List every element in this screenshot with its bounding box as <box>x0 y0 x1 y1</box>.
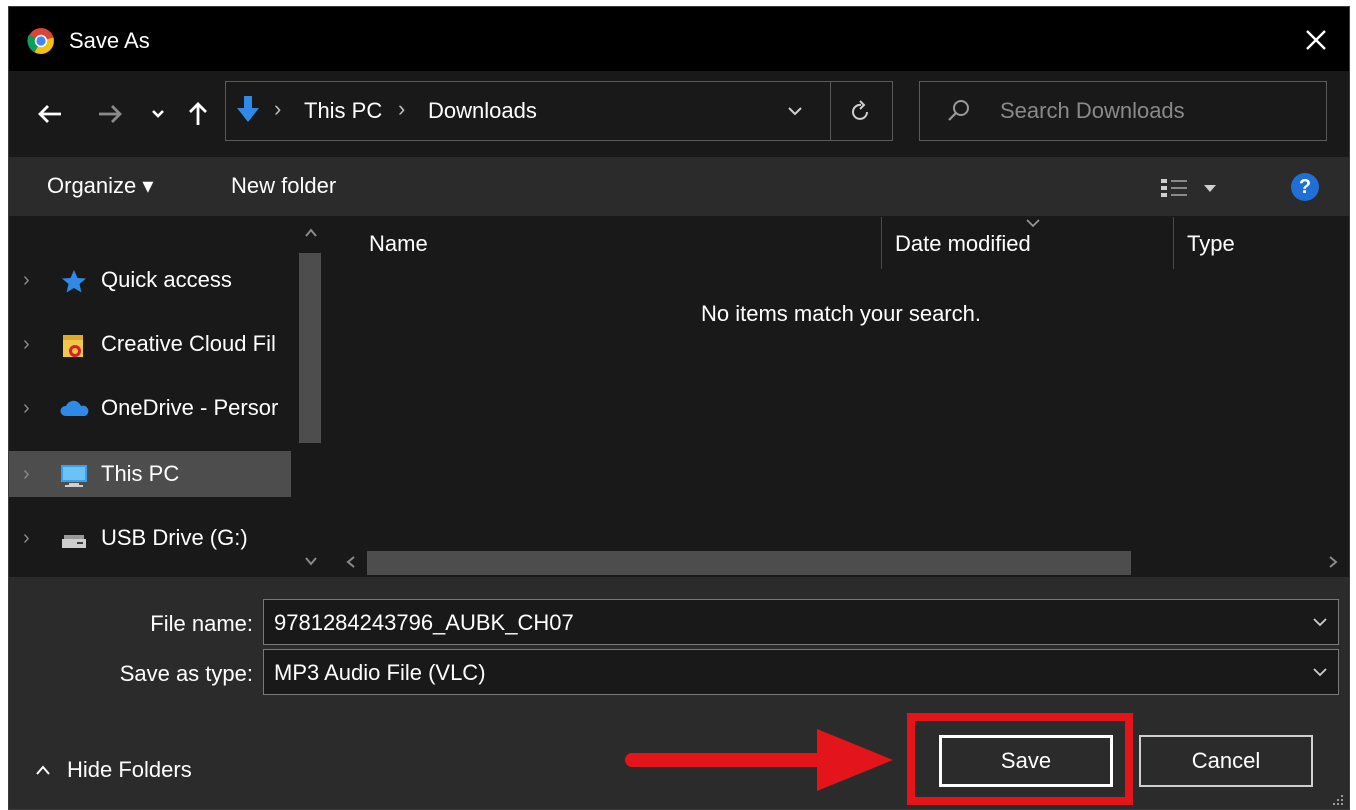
usb-drive-icon <box>62 535 86 548</box>
change-view-button[interactable] <box>1159 173 1233 203</box>
star-icon <box>62 270 86 293</box>
recent-locations-button[interactable] <box>141 97 175 131</box>
hide-folders-label: Hide Folders <box>67 757 192 782</box>
breadcrumb-separator: › <box>398 96 406 121</box>
file-list: Name Date modified Type No items match y… <box>331 217 1349 577</box>
expand-chevron-icon[interactable]: › <box>23 397 30 419</box>
scrollbar-thumb[interactable] <box>299 253 321 443</box>
sidebar-item-usb-drive[interactable]: › USB Drive (G:) <box>9 515 291 561</box>
breadcrumb-this-pc[interactable]: This PC <box>304 98 382 124</box>
column-divider[interactable] <box>1173 217 1174 269</box>
downloads-folder-icon <box>237 96 259 122</box>
chevron-down-icon[interactable] <box>1312 614 1328 630</box>
scroll-down-icon[interactable] <box>303 553 319 569</box>
scroll-up-icon[interactable] <box>303 225 319 241</box>
window-title: Save As <box>69 28 150 53</box>
refresh-icon <box>852 100 868 120</box>
expand-chevron-icon[interactable]: › <box>23 333 30 355</box>
save-as-type-label: Save as type: <box>119 661 253 686</box>
column-header-date-modified[interactable]: Date modified <box>895 231 1031 257</box>
column-header-name[interactable]: Name <box>369 231 428 257</box>
forward-arrow-icon <box>99 105 122 123</box>
save-as-type-value[interactable]: MP3 Audio File (VLC) <box>274 660 486 686</box>
expand-chevron-icon[interactable]: › <box>23 269 30 291</box>
back-arrow-icon <box>38 105 61 123</box>
column-divider[interactable] <box>881 217 882 269</box>
sidebar-item-onedrive[interactable]: › OneDrive - Persor <box>9 385 291 431</box>
address-dropdown-button[interactable] <box>780 96 810 126</box>
sidebar-item-this-pc[interactable]: › This PC <box>9 451 291 497</box>
chevron-down-icon <box>152 110 164 118</box>
computer-icon <box>61 465 87 487</box>
chevron-up-icon <box>36 765 50 775</box>
file-name-value[interactable]: 9781284243796_AUBK_CH07 <box>274 610 574 636</box>
navigation-bar: › This PC › Downloads <box>9 71 1349 157</box>
scroll-right-icon[interactable] <box>1325 554 1341 570</box>
column-header-type[interactable]: Type <box>1187 231 1235 257</box>
caret-down-icon <box>1204 185 1216 192</box>
command-toolbar: Organize ▾ New folder ? <box>9 157 1349 217</box>
sidebar-item-quick-access[interactable]: › Quick access <box>9 257 291 303</box>
sidebar-item-label: Creative Cloud Fil <box>101 331 276 356</box>
title-bar: Save As <box>9 7 1349 71</box>
search-box[interactable] <box>919 81 1327 141</box>
forward-button[interactable] <box>93 97 127 131</box>
navigation-pane: › Quick access › Creative Cloud Fil › On… <box>9 217 331 577</box>
back-button[interactable] <box>33 97 67 131</box>
organize-button[interactable]: Organize ▾ <box>47 171 153 201</box>
search-input[interactable] <box>1000 94 1310 128</box>
empty-list-message: No items match your search. <box>701 301 981 326</box>
sidebar-item-label: USB Drive (G:) <box>101 525 248 550</box>
help-button[interactable]: ? <box>1291 173 1319 201</box>
breadcrumb-separator: › <box>274 96 282 121</box>
onedrive-cloud-icon <box>60 400 89 416</box>
close-icon[interactable] <box>1301 25 1331 55</box>
chevron-down-icon[interactable] <box>1312 664 1328 680</box>
save-as-dialog: Save As › This PC › Downloads Search Dow… <box>8 6 1350 810</box>
scrollbar-thumb[interactable] <box>367 551 1131 575</box>
address-bar[interactable]: › This PC › Downloads <box>225 81 893 141</box>
expand-chevron-icon[interactable]: › <box>23 527 30 549</box>
address-divider <box>830 82 831 140</box>
scroll-left-icon[interactable] <box>343 554 359 570</box>
resize-grip-icon[interactable] <box>1329 793 1345 807</box>
hide-folders-button[interactable]: Hide Folders <box>35 755 192 785</box>
cancel-button[interactable]: Cancel <box>1139 735 1313 787</box>
sidebar-item-label: This PC <box>101 461 180 486</box>
up-arrow-icon <box>189 102 207 125</box>
horizontal-scrollbar[interactable] <box>331 547 1349 577</box>
save-as-type-select[interactable]: MP3 Audio File (VLC) <box>263 649 1339 695</box>
new-folder-button[interactable]: New folder <box>231 171 336 201</box>
chevron-down-icon <box>788 107 802 116</box>
creative-cloud-folder-icon <box>63 335 83 357</box>
navigation-scrollbar[interactable] <box>291 217 331 577</box>
file-name-field[interactable]: 9781284243796_AUBK_CH07 <box>263 599 1339 645</box>
save-button[interactable]: Save <box>938 734 1114 788</box>
search-icon <box>948 100 969 121</box>
details-view-icon <box>1161 179 1187 197</box>
sidebar-item-creative-cloud[interactable]: › Creative Cloud Fil <box>9 321 291 367</box>
breadcrumb-downloads[interactable]: Downloads <box>428 98 537 124</box>
sidebar-item-label: OneDrive - Persor <box>101 395 279 420</box>
save-options-panel: File name: 9781284243796_AUBK_CH07 Save … <box>9 577 1349 809</box>
up-button[interactable] <box>181 97 215 131</box>
chrome-icon <box>27 28 54 54</box>
file-name-label: File name: <box>150 611 253 636</box>
sort-caret-icon <box>1026 219 1040 228</box>
expand-chevron-icon[interactable]: › <box>23 463 30 485</box>
sidebar-item-label: Quick access <box>101 267 232 292</box>
refresh-button[interactable] <box>846 96 876 126</box>
red-arrow-annotation <box>625 729 893 791</box>
